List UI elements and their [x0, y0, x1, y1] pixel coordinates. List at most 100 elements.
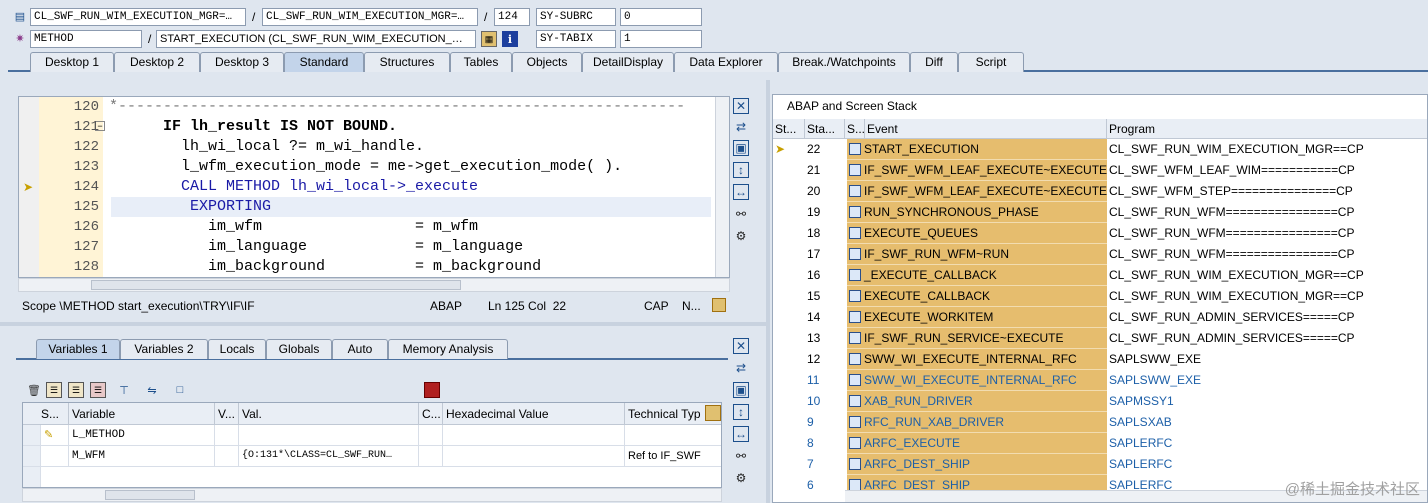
tab-breakpoints[interactable]: Break./Watchpoints [778, 52, 910, 72]
display-source-icon[interactable]: ▦ [481, 31, 497, 47]
event-cell[interactable]: EXECUTE_WORKITEM [847, 307, 1107, 328]
value-cell[interactable] [239, 425, 419, 446]
notes-icon[interactable] [712, 298, 726, 312]
settings-icon[interactable]: ⚙ [733, 470, 749, 486]
grid-horizontal-scrollbar[interactable] [22, 488, 722, 502]
tab-script[interactable]: Script [958, 52, 1024, 72]
program-cell[interactable]: CL_SWF_RUN_WIM_EXECUTION_MGR==CP [1109, 286, 1427, 307]
settings-icon[interactable]: ⚙ [733, 228, 749, 244]
tab-diff[interactable]: Diff [910, 52, 958, 72]
horizontal-split-icon[interactable]: ↔ [733, 184, 749, 200]
save-icon[interactable] [424, 382, 440, 398]
vertical-split-icon[interactable]: ↕ [733, 162, 749, 178]
sy-tabix-name[interactable]: SY-TABIX [536, 30, 616, 48]
program-cell[interactable]: CL_SWF_WFM_STEP===============CP [1109, 181, 1427, 202]
program-cell[interactable]: CL_SWF_RUN_WFM================CP [1109, 223, 1427, 244]
close-icon[interactable]: ✕ [733, 338, 749, 354]
hierarchy-icon[interactable]: ⊤ [116, 382, 132, 398]
tab-auto[interactable]: Auto [332, 339, 388, 359]
delete-icon[interactable]: 🗑 [26, 382, 42, 398]
tab-locals[interactable]: Locals [208, 339, 266, 359]
event-field[interactable]: START_EXECUTION (CL_SWF_RUN_WIM_EXECUTIO… [156, 30, 476, 48]
col-header-program[interactable]: Program [1107, 119, 1427, 139]
stack-row[interactable]: 20 IF_SWF_WFM_LEAF_EXECUTE~EXECUTE CL_SWF_… [773, 181, 1427, 202]
horizontal-scrollbar[interactable] [18, 278, 730, 292]
stack-row[interactable]: 10 XAB_RUN_DRIVER SAPMSSY1 [773, 391, 1427, 412]
line-field[interactable]: 124 [494, 8, 530, 26]
tab-globals[interactable]: Globals [266, 339, 332, 359]
info-icon[interactable]: i [502, 31, 518, 47]
tab-desktop-1[interactable]: Desktop 1 [30, 52, 114, 72]
program-cell[interactable]: SAPLERFC [1109, 454, 1427, 475]
tab-desktop-2[interactable]: Desktop 2 [114, 52, 200, 72]
program-cell[interactable]: CL_SWF_RUN_WFM================CP [1109, 202, 1427, 223]
stack-row[interactable]: 7 ARFC_DEST_SHIP SAPLERFC [773, 454, 1427, 475]
col-header-stack-level[interactable]: Sta... [805, 119, 845, 139]
col-header-variable[interactable]: Variable [69, 403, 215, 425]
program-cell[interactable]: CL_SWF_RUN_ADMIN_SERVICES=====CP [1109, 328, 1427, 349]
row-selector[interactable] [23, 467, 41, 487]
tab-objects[interactable]: Objects [512, 52, 582, 72]
horizontal-split-icon[interactable]: ↔ [733, 426, 749, 442]
event-cell[interactable]: RFC_RUN_XAB_DRIVER [847, 412, 1107, 433]
stack-row[interactable]: 18 EXECUTE_QUEUES CL_SWF_RUN_WFM==========… [773, 223, 1427, 244]
tab-structures[interactable]: Structures [364, 52, 450, 72]
col-header-s[interactable]: S... [845, 119, 865, 139]
program-cell[interactable]: SAPMSSY1 [1109, 391, 1427, 412]
swap-tool-icon[interactable]: ⇄ [733, 119, 749, 135]
vertical-pane-divider[interactable] [766, 80, 770, 503]
tab-desktop-3[interactable]: Desktop 3 [200, 52, 284, 72]
append-icon[interactable]: ☰ [68, 382, 84, 398]
tab-memory-analysis[interactable]: Memory Analysis [388, 339, 508, 359]
value-cell[interactable]: {O:131*\CLASS=CL_SWF_RUN… [239, 446, 419, 467]
event-cell[interactable]: EXECUTE_QUEUES [847, 223, 1107, 244]
event-cell[interactable]: IF_SWF_RUN_WFM~RUN [847, 244, 1107, 265]
program-field[interactable]: CL_SWF_RUN_WIM_EXECUTION_MGR=… [30, 8, 246, 26]
swap-tool-icon[interactable]: ⇄ [733, 360, 749, 376]
variable-cell[interactable]: M_WFM [69, 446, 215, 467]
tab-data-explorer[interactable]: Data Explorer [674, 52, 778, 72]
event-cell[interactable]: XAB_RUN_DRIVER [847, 391, 1107, 412]
services-icon[interactable]: ⚯ [733, 448, 749, 464]
event-cell[interactable]: START_EXECUTION [847, 139, 1107, 160]
program-cell[interactable]: CL_SWF_RUN_WIM_EXECUTION_MGR==CP [1109, 139, 1427, 160]
stack-row[interactable]: 8 ARFC_EXECUTE SAPLERFC [773, 433, 1427, 454]
scroll-thumb[interactable] [91, 280, 461, 290]
stack-row[interactable]: 13 IF_SWF_RUN_SERVICE~EXECUTE CL_SWF_RUN_A… [773, 328, 1427, 349]
stack-row[interactable]: 19 RUN_SYNCHRONOUS_PHASE CL_SWF_RUN_WFM===… [773, 202, 1427, 223]
program-cell[interactable]: CL_SWF_RUN_WFM================CP [1109, 244, 1427, 265]
event-cell[interactable]: _EXECUTE_CALLBACK [847, 265, 1107, 286]
tab-tables[interactable]: Tables [450, 52, 512, 72]
stack-row[interactable]: 14 EXECUTE_WORKITEM CL_SWF_RUN_ADMIN_SERVI… [773, 307, 1427, 328]
event-cell[interactable]: IF_SWF_WFM_LEAF_EXECUTE~EXECUTE [847, 160, 1107, 181]
row-selector[interactable] [23, 425, 41, 446]
include-field[interactable]: CL_SWF_RUN_WIM_EXECUTION_MGR=… [262, 8, 478, 26]
stack-row[interactable]: 15 EXECUTE_CALLBACK CL_SWF_RUN_WIM_EXECUTI… [773, 286, 1427, 307]
maximize-icon[interactable]: ▣ [733, 140, 749, 156]
col-header-c[interactable]: C... [419, 403, 443, 425]
type-field[interactable]: METHOD [30, 30, 142, 48]
stack-row[interactable]: 11 SWW_WI_EXECUTE_INTERNAL_RFC SAPLSWW_EXE [773, 370, 1427, 391]
empty-row[interactable] [41, 467, 721, 487]
sy-tabix-value[interactable]: 1 [620, 30, 702, 48]
col-header-status[interactable]: S... [23, 403, 69, 425]
col-header-value[interactable]: Val. [239, 403, 419, 425]
col-header-event[interactable]: Event [865, 119, 1107, 139]
program-cell[interactable]: SAPLSWW_EXE [1109, 349, 1427, 370]
event-cell[interactable]: EXECUTE_CALLBACK [847, 286, 1107, 307]
program-cell[interactable]: CL_SWF_RUN_ADMIN_SERVICES=====CP [1109, 307, 1427, 328]
variable-cell[interactable]: L_METHOD [69, 425, 215, 446]
program-cell[interactable]: CL_SWF_RUN_WIM_EXECUTION_MGR==CP [1109, 265, 1427, 286]
program-cell[interactable]: SAPLERFC [1109, 433, 1427, 454]
event-cell[interactable]: SWW_WI_EXECUTE_INTERNAL_RFC [847, 370, 1107, 391]
tab-standard[interactable]: Standard [284, 52, 364, 72]
stack-row[interactable]: 17 IF_SWF_RUN_WFM~RUN CL_SWF_RUN_WFM======… [773, 244, 1427, 265]
stack-row[interactable]: ➤ 22 START_EXECUTION CL_SWF_RUN_WIM_EXECUTI… [773, 139, 1427, 160]
col-header-v[interactable]: V... [215, 403, 239, 425]
col-header-st[interactable]: St... [773, 119, 805, 139]
stack-row[interactable]: 21 IF_SWF_WFM_LEAF_EXECUTE~EXECUTE CL_SWF_… [773, 160, 1427, 181]
folder-icon[interactable]: □ [172, 382, 188, 398]
sy-subrc-name[interactable]: SY-SUBRC [536, 8, 616, 26]
transfer-icon[interactable]: ⇋ [144, 382, 160, 398]
stack-row[interactable]: 16 _EXECUTE_CALLBACK CL_SWF_RUN_WIM_EXECUT… [773, 265, 1427, 286]
